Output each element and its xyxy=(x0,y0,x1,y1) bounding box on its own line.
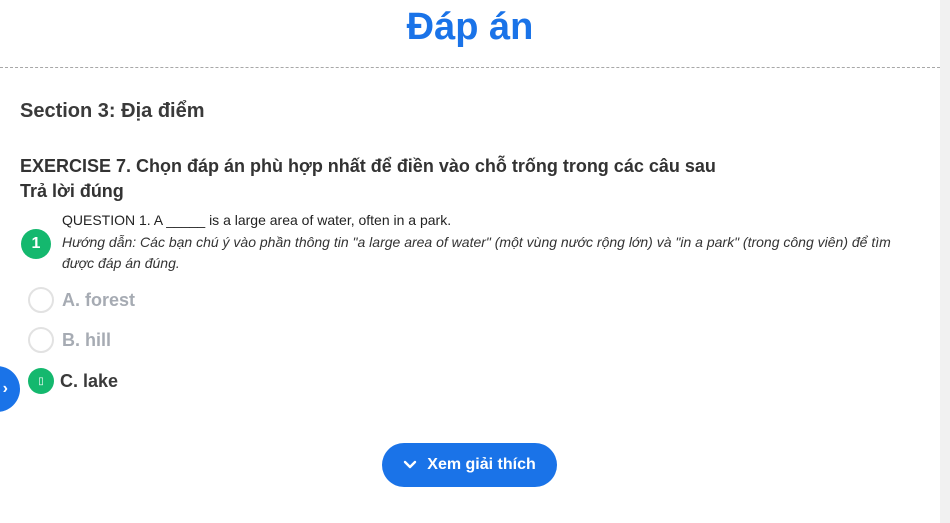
view-explanation-button[interactable]: Xem giải thích xyxy=(382,443,557,487)
option-c-radio-checked[interactable]: ▯ xyxy=(28,368,54,394)
page-scrollbar[interactable] xyxy=(940,0,950,523)
option-b-radio[interactable] xyxy=(28,327,54,353)
check-mark-icon: ▯ xyxy=(38,375,44,387)
dashed-divider xyxy=(0,67,940,68)
option-a[interactable]: A. forest xyxy=(28,287,135,313)
section-title: Section 3: Địa điểm xyxy=(20,100,205,122)
option-b[interactable]: B. hill xyxy=(28,327,111,353)
question-number-badge: 1 xyxy=(21,229,51,259)
view-explanation-label: Xem giải thích xyxy=(427,456,536,473)
chevron-right-icon: › xyxy=(2,380,8,397)
option-c-label: C. lake xyxy=(60,370,119,391)
question-hint: Hướng dẫn: Các bạn chú ý vào phần thông … xyxy=(62,234,891,271)
answer-panel: Đáp án Section 3: Địa điểm EXERCISE 7. C… xyxy=(0,0,940,523)
chevron-down-icon xyxy=(404,460,417,469)
page-title: Đáp án xyxy=(406,6,534,48)
exercise-title: EXERCISE 7. Chọn đáp án phù hợp nhất để … xyxy=(20,156,716,176)
option-a-radio[interactable] xyxy=(28,287,54,313)
option-b-label: B. hill xyxy=(62,329,111,350)
result-label: Trả lời đúng xyxy=(20,181,124,201)
side-expand-tab[interactable]: › xyxy=(0,366,20,412)
question-text: QUESTION 1. A _____ is a large area of w… xyxy=(62,212,452,228)
option-a-label: A. forest xyxy=(62,289,136,310)
option-c[interactable]: ▯ C. lake xyxy=(28,368,118,394)
